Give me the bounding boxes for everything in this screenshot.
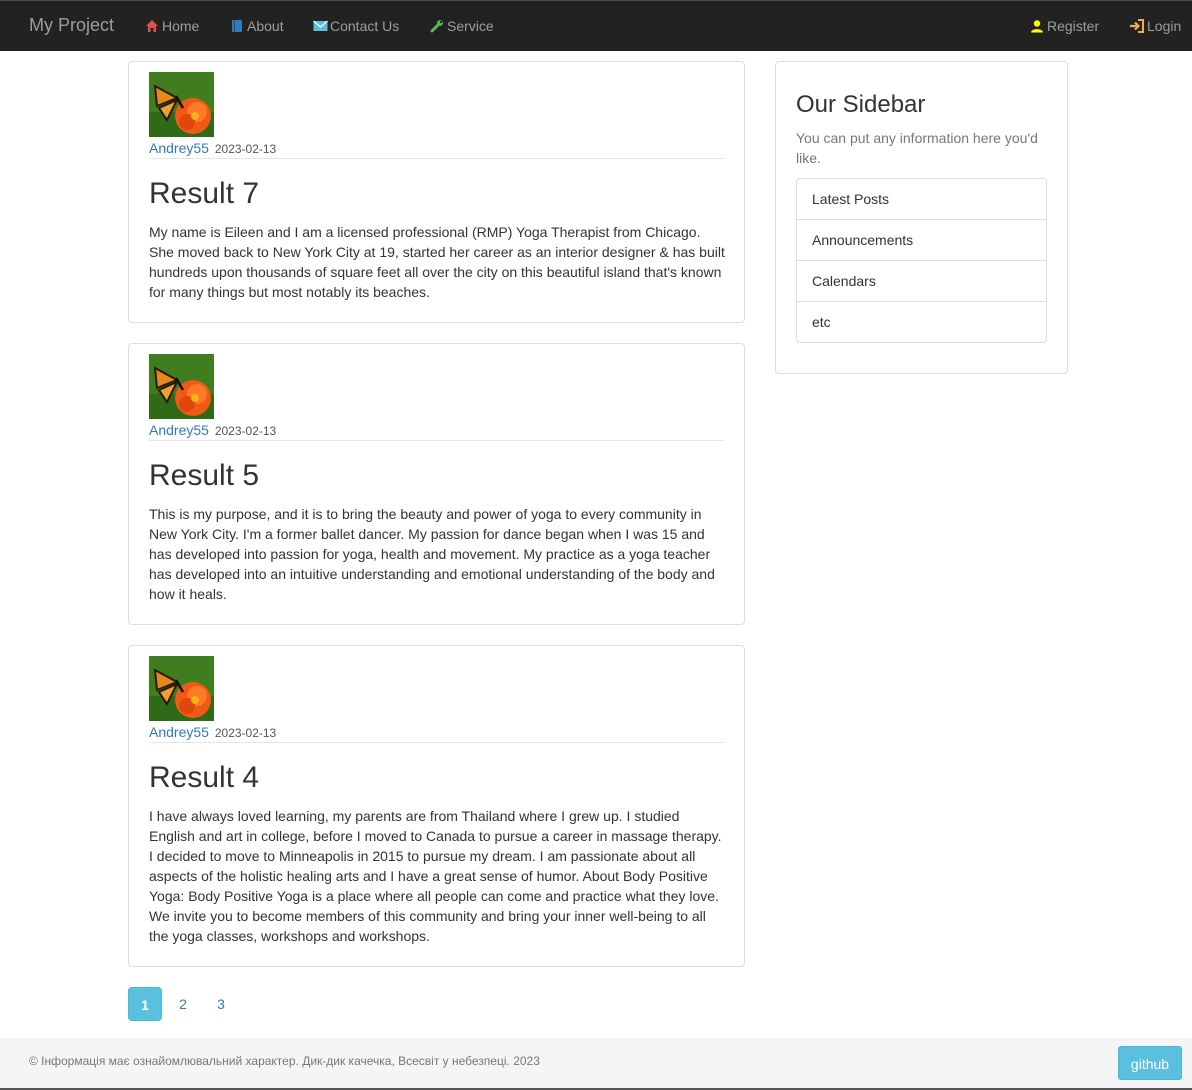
post-card: Andrey55 2023-02-13 Result 5 This is my … — [128, 343, 745, 625]
post-title[interactable]: Result 4 — [149, 760, 259, 796]
page-1-button[interactable]: 1 — [128, 987, 162, 1021]
post-author-link[interactable]: Andrey55 — [149, 422, 209, 438]
author-avatar[interactable] — [149, 72, 214, 137]
post-divider — [149, 742, 724, 743]
sidebar-list: Latest Posts Announcements Calendars etc — [796, 178, 1047, 343]
post-meta: Andrey55 2023-02-13 — [149, 420, 276, 440]
nav-service-link[interactable]: Service — [429, 16, 494, 36]
post-meta: Andrey55 2023-02-13 — [149, 138, 276, 158]
nav-login-link[interactable]: Login — [1129, 16, 1181, 36]
nav-register-label: Register — [1047, 18, 1100, 34]
pagination: 1 2 3 — [128, 987, 242, 1021]
footer-copyright: © Інформація має ознайомлювальний характ… — [29, 1054, 540, 1068]
top-navbar: My Project Home About Contact Us Service… — [0, 0, 1192, 51]
author-avatar[interactable] — [149, 656, 214, 721]
footer: © Інформація має ознайомлювальний характ… — [0, 1038, 1192, 1090]
nav-register-link[interactable]: Register — [1029, 16, 1099, 36]
sidebar-item-calendars[interactable]: Calendars — [797, 261, 1046, 302]
post-card: Andrey55 2023-02-13 Result 4 I have alwa… — [128, 645, 745, 967]
post-date: 2023-02-13 — [214, 424, 277, 438]
sidebar-item-announcements[interactable]: Announcements — [797, 220, 1046, 261]
sidebar-description: You can put any information here you'd l… — [796, 130, 1038, 166]
sidebar-item-etc[interactable]: etc — [797, 302, 1046, 342]
post-title[interactable]: Result 5 — [149, 458, 259, 494]
log-in-icon — [1129, 18, 1145, 34]
nav-about-label: About — [247, 18, 284, 34]
post-author-link[interactable]: Andrey55 — [149, 140, 209, 156]
page-2-button[interactable]: 2 — [166, 987, 200, 1021]
nav-contact-link[interactable]: Contact Us — [312, 16, 399, 36]
nav-contact-label: Contact Us — [330, 18, 400, 34]
wrench-icon — [429, 18, 445, 34]
post-body: This is my purpose, and it is to bring t… — [149, 506, 715, 602]
post-card: Andrey55 2023-02-13 Result 7 My name is … — [128, 61, 745, 323]
page-3-button[interactable]: 3 — [204, 987, 238, 1021]
brand-link[interactable]: My Project — [29, 14, 114, 36]
nav-about-link[interactable]: About — [229, 16, 284, 36]
post-date: 2023-02-13 — [214, 726, 277, 740]
home-icon — [144, 18, 160, 34]
sidebar-item-latest-posts[interactable]: Latest Posts — [797, 179, 1046, 220]
post-divider — [149, 440, 724, 441]
post-title[interactable]: Result 7 — [149, 176, 259, 212]
github-button[interactable]: github — [1118, 1046, 1182, 1080]
post-divider — [149, 158, 724, 159]
post-body: My name is Eileen and I am a licensed pr… — [149, 224, 725, 300]
book-icon — [229, 18, 245, 34]
sidebar-title: Our Sidebar — [796, 91, 926, 118]
nav-home-label: Home — [162, 18, 200, 34]
post-date: 2023-02-13 — [214, 142, 277, 156]
post-body: I have always loved learning, my parents… — [149, 808, 722, 944]
sidebar-panel: Our Sidebar You can put any information … — [775, 61, 1068, 374]
envelope-icon — [312, 18, 328, 34]
post-author-link[interactable]: Andrey55 — [149, 724, 209, 740]
post-meta: Andrey55 2023-02-13 — [149, 722, 276, 742]
nav-login-label: Login — [1147, 18, 1182, 34]
user-icon — [1029, 18, 1045, 34]
nav-home-link[interactable]: Home — [144, 16, 199, 36]
nav-service-label: Service — [447, 18, 494, 34]
author-avatar[interactable] — [149, 354, 214, 419]
